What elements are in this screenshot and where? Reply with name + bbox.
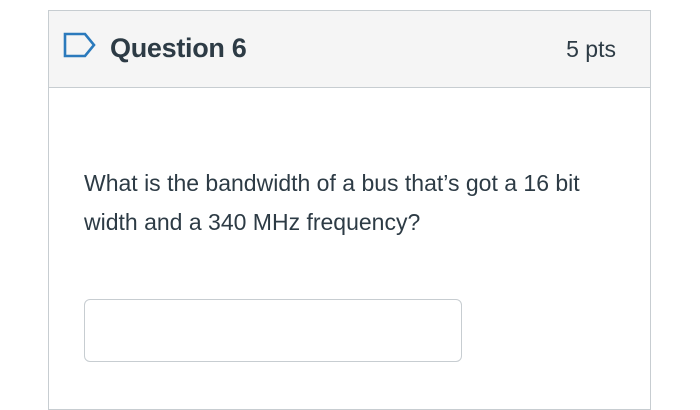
question-points: 5 pts: [566, 36, 616, 62]
question-header: Question 6 5 pts: [49, 11, 650, 88]
question-title: Question 6: [110, 33, 247, 63]
question-card: Question 6 5 pts What is the bandwidth o…: [48, 10, 651, 410]
flag-question-icon[interactable]: [63, 31, 97, 59]
question-text: What is the bandwidth of a bus that’s go…: [84, 170, 580, 235]
answer-input[interactable]: [84, 299, 462, 362]
